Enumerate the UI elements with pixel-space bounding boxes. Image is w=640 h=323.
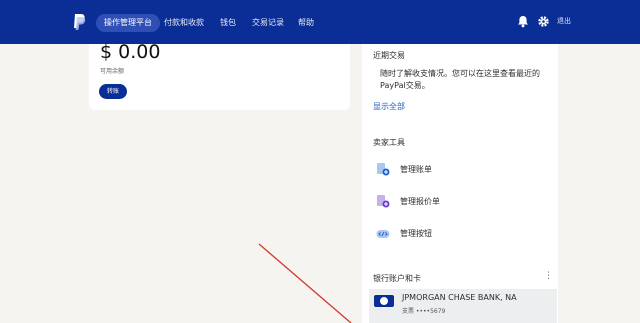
nav-tab-dashboard[interactable]: 操作管理平台 bbox=[96, 14, 160, 32]
quote-icon bbox=[377, 195, 390, 208]
bank-card-icon bbox=[374, 295, 394, 307]
more-options-icon[interactable]: ⋮ bbox=[544, 272, 553, 281]
bank-name: JPMORGAN CHASE BANK, NA bbox=[402, 293, 517, 302]
bell-icon[interactable] bbox=[517, 15, 529, 28]
balance-amount: $ 0.00 bbox=[100, 41, 161, 63]
transfer-button[interactable]: 转账 bbox=[99, 84, 127, 99]
bank-accounts-heading: 银行账户和卡 bbox=[373, 274, 421, 283]
button-code-icon bbox=[376, 230, 390, 238]
recent-transactions-description: 随时了解收支情况。您可以在这里查看最近的PayPal交易。 bbox=[380, 69, 540, 90]
bank-account-number: 支票 ••••5679 bbox=[402, 308, 446, 315]
manage-invoices-link[interactable]: 管理账单 bbox=[400, 164, 432, 175]
nav-tab-wallet[interactable]: 钱包 bbox=[212, 14, 244, 32]
invoice-icon bbox=[377, 163, 390, 176]
seller-tools-heading: 卖家工具 bbox=[373, 138, 405, 147]
paypal-logo-icon[interactable] bbox=[72, 13, 86, 31]
logout-link[interactable]: 退出 bbox=[557, 16, 571, 26]
show-all-link[interactable]: 显示全部 bbox=[373, 101, 405, 112]
gear-icon[interactable] bbox=[537, 15, 550, 28]
balance-label: 可用余额 bbox=[100, 68, 125, 75]
nav-tab-send-request[interactable]: 付款和收款 bbox=[156, 14, 212, 32]
manage-buttons-link[interactable]: 管理按钮 bbox=[400, 228, 432, 239]
nav-tab-help[interactable]: 帮助 bbox=[290, 14, 322, 32]
manage-quotes-link[interactable]: 管理报价单 bbox=[400, 196, 440, 207]
nav-tab-activity[interactable]: 交易记录 bbox=[244, 14, 292, 32]
recent-transactions-heading: 近期交易 bbox=[373, 51, 405, 60]
